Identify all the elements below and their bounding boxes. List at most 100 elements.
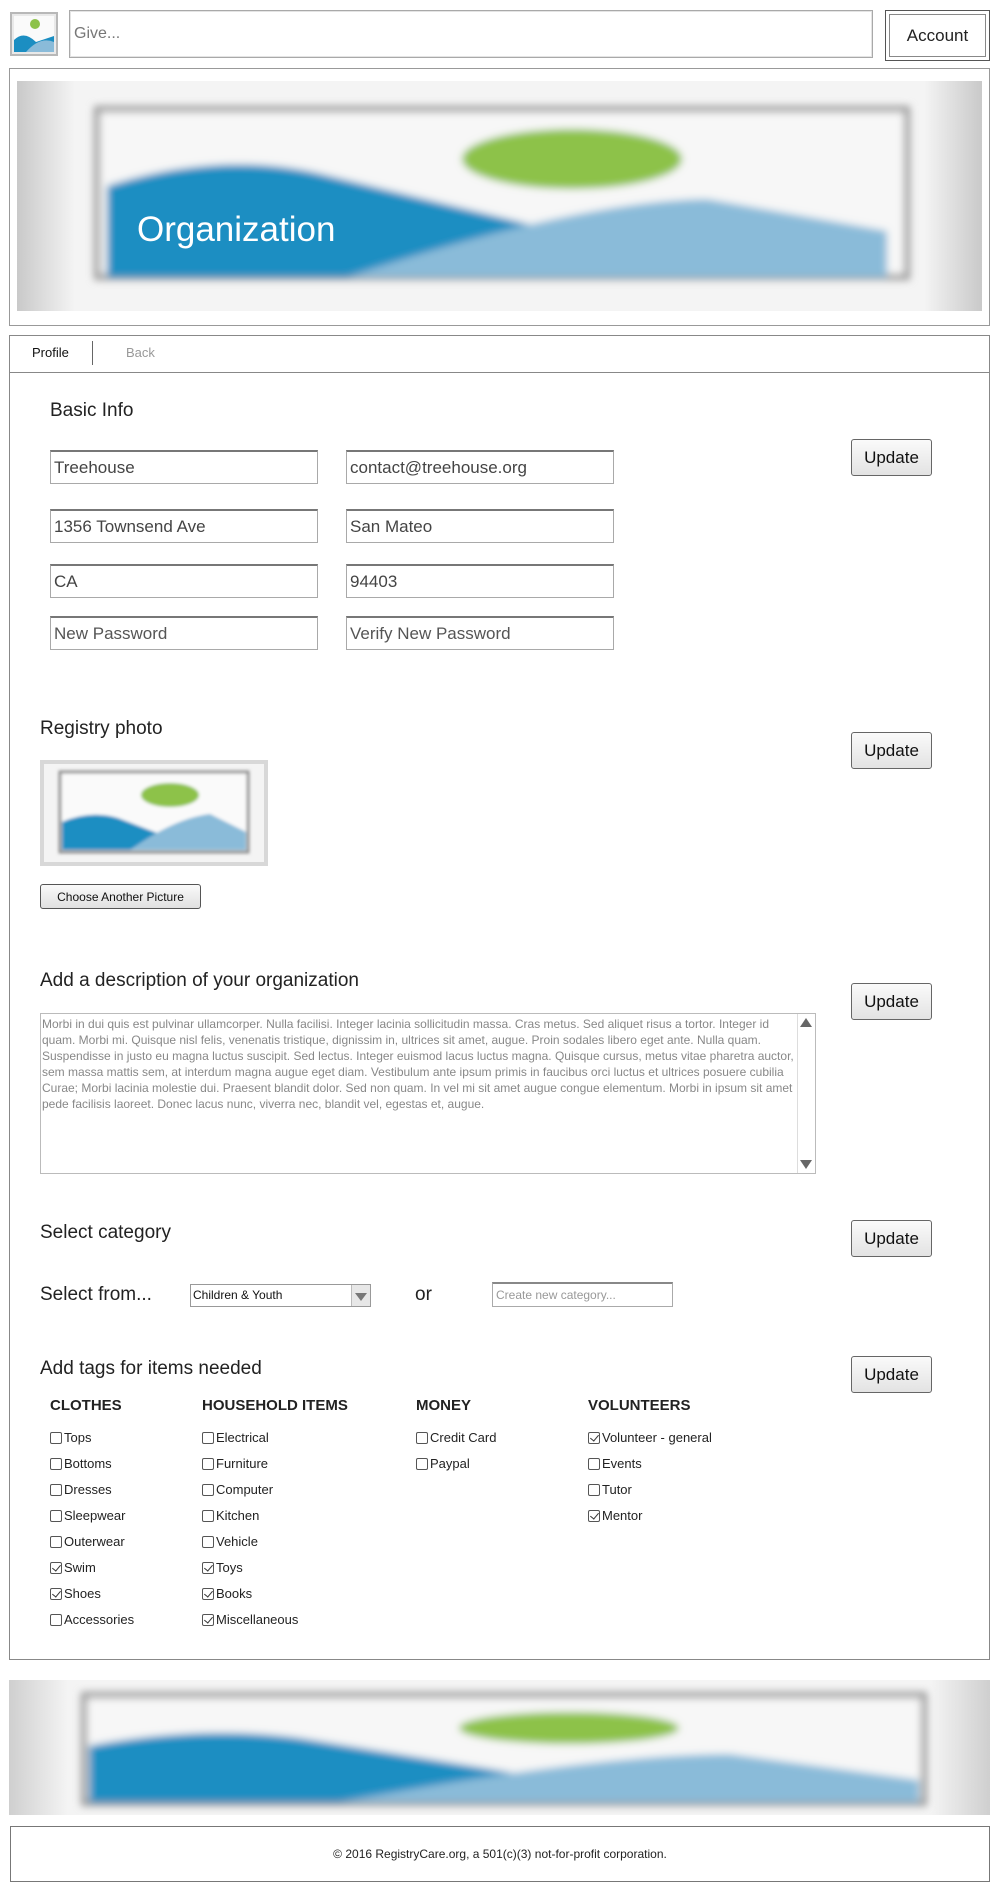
tag-label: Events <box>602 1456 642 1471</box>
tag-column-heading: MONEY <box>416 1397 472 1414</box>
checkbox-checked-icon[interactable] <box>588 1431 600 1444</box>
tag-column-heading: CLOTHES <box>50 1397 122 1414</box>
tag-label: Toys <box>216 1560 243 1575</box>
registry-photo-image <box>40 760 268 866</box>
tag-label: Furniture <box>216 1456 269 1471</box>
account-button[interactable]: Account <box>885 10 990 61</box>
chevron-down-icon <box>355 1293 367 1301</box>
registry-photo-heading: Registry photo <box>40 718 163 739</box>
checkbox-unchecked-icon[interactable] <box>202 1509 214 1522</box>
new-password-field[interactable] <box>50 616 318 650</box>
tag-checkbox-item[interactable]: Outerwear <box>50 1534 125 1549</box>
tag-label: Tops <box>64 1430 92 1445</box>
basic-info-heading: Basic Info <box>50 400 134 421</box>
tag-checkbox-item[interactable]: Furniture <box>202 1456 268 1471</box>
checkbox-unchecked-icon[interactable] <box>588 1457 600 1470</box>
tags-heading: Add tags for items needed <box>40 1358 262 1379</box>
org-name-field[interactable] <box>50 450 318 484</box>
tag-checkbox-item[interactable]: Books <box>202 1586 252 1601</box>
checkbox-unchecked-icon[interactable] <box>416 1431 428 1444</box>
scroll-up-arrow-icon[interactable] <box>800 1018 812 1027</box>
checkbox-checked-icon[interactable] <box>50 1587 62 1600</box>
checkbox-checked-icon[interactable] <box>588 1509 600 1522</box>
tag-label: Paypal <box>430 1456 470 1471</box>
checkbox-checked-icon[interactable] <box>50 1561 62 1574</box>
checkbox-unchecked-icon[interactable] <box>50 1483 62 1496</box>
tag-checkbox-item[interactable]: Kitchen <box>202 1508 259 1523</box>
logo-image-placeholder[interactable] <box>10 12 58 56</box>
footer-image-placeholder <box>9 1680 990 1815</box>
checkbox-unchecked-icon[interactable] <box>50 1613 62 1626</box>
description-update-button[interactable]: Update <box>851 983 932 1020</box>
tag-checkbox-item[interactable]: Swim <box>50 1560 96 1575</box>
address-field[interactable] <box>50 509 318 543</box>
tag-label: Shoes <box>64 1586 101 1601</box>
tag-checkbox-item[interactable]: Events <box>588 1456 642 1471</box>
checkbox-checked-icon[interactable] <box>202 1561 214 1574</box>
footer-copyright: © 2016 RegistryCare.org, a 501(c)(3) not… <box>333 1847 667 1861</box>
checkbox-unchecked-icon[interactable] <box>50 1509 62 1522</box>
tag-label: Bottoms <box>64 1456 112 1471</box>
tag-checkbox-item[interactable]: Shoes <box>50 1586 101 1601</box>
tag-checkbox-item[interactable]: Miscellaneous <box>202 1612 298 1627</box>
tag-checkbox-item[interactable]: Computer <box>202 1482 273 1497</box>
tags-update-button[interactable]: Update <box>851 1356 932 1393</box>
verify-password-field[interactable] <box>346 616 614 650</box>
choose-another-picture-button[interactable]: Choose Another Picture <box>40 884 201 909</box>
zip-field[interactable] <box>346 564 614 598</box>
checkbox-unchecked-icon[interactable] <box>416 1457 428 1470</box>
tag-checkbox-item[interactable]: Tutor <box>588 1482 632 1497</box>
tag-label: Miscellaneous <box>216 1612 299 1627</box>
state-field[interactable] <box>50 564 318 598</box>
city-field[interactable] <box>346 509 614 543</box>
tag-label: Swim <box>64 1560 96 1575</box>
checkbox-unchecked-icon[interactable] <box>202 1483 214 1496</box>
tag-label: Computer <box>216 1482 274 1497</box>
tag-checkbox-item[interactable]: Electrical <box>202 1430 269 1445</box>
checkbox-unchecked-icon[interactable] <box>202 1457 214 1470</box>
tag-label: Books <box>216 1586 253 1601</box>
tab-back[interactable]: Back <box>126 345 155 360</box>
tag-checkbox-item[interactable]: Accessories <box>50 1612 134 1627</box>
tab-divider <box>92 341 93 365</box>
checkbox-unchecked-icon[interactable] <box>202 1535 214 1548</box>
tag-label: Volunteer - general <box>602 1430 712 1445</box>
checkbox-unchecked-icon[interactable] <box>588 1483 600 1496</box>
tag-checkbox-item[interactable]: Volunteer - general <box>588 1430 712 1445</box>
tag-label: Kitchen <box>216 1508 260 1523</box>
description-text[interactable]: Morbi in dui quis est pulvinar ullamcorp… <box>42 1016 794 1112</box>
tag-column-heading: HOUSEHOLD ITEMS <box>202 1397 348 1414</box>
tag-checkbox-item[interactable]: Toys <box>202 1560 243 1575</box>
registry-photo-update-button[interactable]: Update <box>851 732 932 769</box>
checkbox-checked-icon[interactable] <box>202 1587 214 1600</box>
tag-label: Tutor <box>602 1482 632 1497</box>
tag-checkbox-item[interactable]: Sleepwear <box>50 1508 125 1523</box>
tag-label: Credit Card <box>430 1430 497 1445</box>
banner-title: Organization <box>137 210 336 249</box>
description-scrollbar[interactable] <box>797 1014 815 1173</box>
category-heading: Select category <box>40 1222 171 1243</box>
new-category-input[interactable] <box>492 1282 673 1307</box>
tag-label: Mentor <box>602 1508 643 1523</box>
tag-checkbox-item[interactable]: Tops <box>50 1430 91 1445</box>
checkbox-unchecked-icon[interactable] <box>50 1457 62 1470</box>
checkbox-unchecked-icon[interactable] <box>50 1431 62 1444</box>
tab-bar <box>10 336 989 373</box>
tag-checkbox-item[interactable]: Bottoms <box>50 1456 112 1471</box>
tag-label: Accessories <box>64 1612 135 1627</box>
tag-checkbox-item[interactable]: Mentor <box>588 1508 642 1523</box>
email-field[interactable] <box>346 450 614 484</box>
category-select[interactable]: Children & Youth <box>190 1284 371 1307</box>
basic-info-update-button[interactable]: Update <box>851 439 932 476</box>
checkbox-unchecked-icon[interactable] <box>202 1431 214 1444</box>
tag-checkbox-item[interactable]: Vehicle <box>202 1534 258 1549</box>
search-input[interactable] <box>69 10 873 58</box>
tab-profile[interactable]: Profile <box>32 345 69 360</box>
scroll-down-arrow-icon[interactable] <box>800 1160 812 1169</box>
tag-checkbox-item[interactable]: Paypal <box>416 1456 470 1471</box>
category-update-button[interactable]: Update <box>851 1220 932 1257</box>
tag-checkbox-item[interactable]: Dresses <box>50 1482 112 1497</box>
tag-checkbox-item[interactable]: Credit Card <box>416 1430 496 1445</box>
checkbox-checked-icon[interactable] <box>202 1613 214 1626</box>
checkbox-unchecked-icon[interactable] <box>50 1535 62 1548</box>
